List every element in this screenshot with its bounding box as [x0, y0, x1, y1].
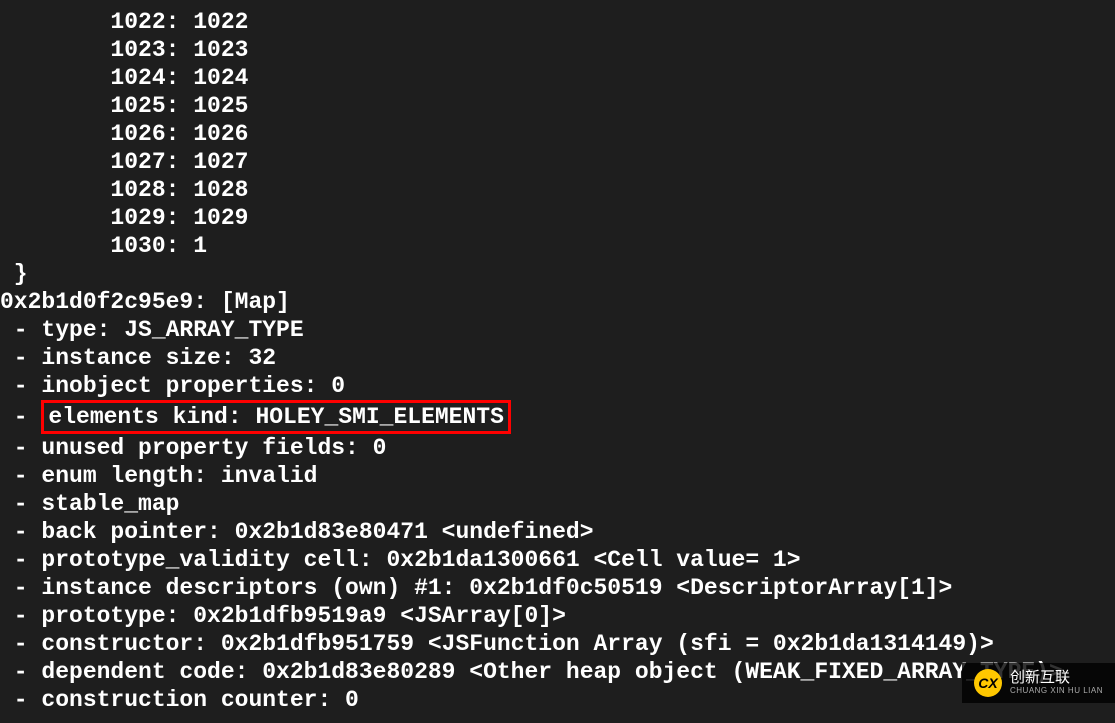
- map-prototype: - prototype: 0x2b1dfb9519a9 <JSArray[0]>: [0, 602, 1115, 630]
- watermark-text: 创新互联 CHUANG XIN HU LIAN: [1010, 670, 1103, 695]
- array-entry: 1023: 1023: [0, 36, 1115, 64]
- watermark: CX 创新互联 CHUANG XIN HU LIAN: [962, 663, 1115, 703]
- array-entry: 1029: 1029: [0, 204, 1115, 232]
- map-stable-map: - stable_map: [0, 490, 1115, 518]
- map-dependent-code: - dependent code: 0x2b1d83e80289 <Other …: [0, 658, 1115, 686]
- map-proto-validity: - prototype_validity cell: 0x2b1da130066…: [0, 546, 1115, 574]
- map-inobject-props: - inobject properties: 0: [0, 372, 1115, 400]
- array-entry: 1022: 1022: [0, 8, 1115, 36]
- map-construction-counter: - construction counter: 0: [0, 686, 1115, 714]
- terminal-output: 1021: 1021 1022: 1022 1023: 1023 1024: 1…: [0, 0, 1115, 714]
- map-address: 0x2b1d0f2c95e9: [Map]: [0, 288, 1115, 316]
- array-entry: 1026: 1026: [0, 120, 1115, 148]
- array-entry: 1024: 1024: [0, 64, 1115, 92]
- array-entry: 1030: 1: [0, 232, 1115, 260]
- array-entry: 1025: 1025: [0, 92, 1115, 120]
- array-entry: 1028: 1028: [0, 176, 1115, 204]
- watermark-cn-text: 创新互联: [1010, 670, 1103, 687]
- array-entry: 1027: 1027: [0, 148, 1115, 176]
- map-elements-kind-line: - elements kind: HOLEY_SMI_ELEMENTS: [0, 400, 1115, 434]
- map-constructor: - constructor: 0x2b1dfb951759 <JSFunctio…: [0, 630, 1115, 658]
- watermark-logo-icon: CX: [974, 669, 1002, 697]
- map-unused-fields: - unused property fields: 0: [0, 434, 1115, 462]
- map-instance-size: - instance size: 32: [0, 344, 1115, 372]
- map-back-pointer: - back pointer: 0x2b1d83e80471 <undefine…: [0, 518, 1115, 546]
- map-enum-length: - enum length: invalid: [0, 462, 1115, 490]
- watermark-en-text: CHUANG XIN HU LIAN: [1010, 687, 1103, 696]
- map-type: - type: JS_ARRAY_TYPE: [0, 316, 1115, 344]
- map-instance-desc: - instance descriptors (own) #1: 0x2b1df…: [0, 574, 1115, 602]
- highlight-elements-kind: elements kind: HOLEY_SMI_ELEMENTS: [41, 400, 510, 434]
- close-brace: }: [0, 260, 1115, 288]
- array-entry: 1021: 1021: [0, 0, 1115, 8]
